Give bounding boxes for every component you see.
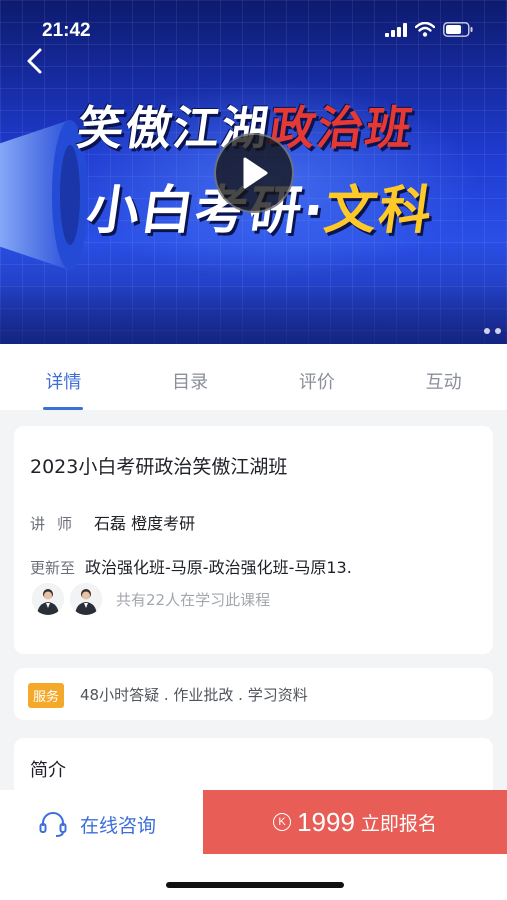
banner-subtitle-highlight: 文科 — [320, 181, 438, 241]
course-info-card: 2023小白考研政治笑傲江湖班 讲师 石磊 橙度考研 更新至 政治强化班-马原-… — [14, 426, 493, 654]
learners-count-text: 共有22人在学习此课程 — [116, 590, 271, 609]
banner-title-highlight: 政治班 — [265, 101, 418, 155]
play-icon — [243, 157, 268, 189]
battery-icon — [443, 22, 473, 37]
update-value: 政治强化班-马原-政治强化班-马原13. — [85, 558, 352, 577]
teacher-row: 讲师 石磊 橙度考研 — [30, 510, 195, 534]
enroll-label: 立即报名 — [360, 812, 437, 835]
carousel-indicator — [484, 328, 501, 334]
service-text: 48小时答疑 . 作业批改 . 学习资料 — [80, 686, 308, 704]
video-play-button[interactable] — [214, 133, 294, 213]
status-bar: 21:42 — [0, 0, 507, 48]
tab-reviews[interactable]: 评价 — [254, 344, 381, 410]
signal-icon — [385, 22, 407, 37]
coin-icon: K — [273, 813, 292, 831]
avatar — [30, 581, 66, 617]
update-row: 更新至 政治强化班-马原-政治强化班-马原13. — [30, 554, 352, 578]
wifi-icon — [415, 22, 435, 37]
consult-label: 在线咨询 — [80, 814, 157, 837]
enroll-button[interactable]: K 1999 立即报名 — [203, 790, 507, 854]
price-value: 1999 — [297, 806, 355, 837]
avatar — [68, 581, 104, 617]
course-title: 2023小白考研政治笑傲江湖班 — [30, 456, 288, 478]
carousel-dot — [484, 328, 490, 334]
banner-bottom-fade — [0, 284, 507, 344]
teacher-value: 石磊 橙度考研 — [94, 514, 196, 533]
tab-interaction[interactable]: 互动 — [380, 344, 507, 410]
update-label: 更新至 — [30, 559, 76, 577]
learners-row: 共有22人在学习此课程 — [30, 581, 270, 617]
home-indicator — [166, 882, 344, 888]
service-card: 服务 48小时答疑 . 作业批改 . 学习资料 — [14, 668, 493, 720]
online-consult-button[interactable]: 在线咨询 — [38, 810, 156, 838]
status-time: 21:42 — [42, 20, 91, 41]
carousel-dot — [495, 328, 501, 334]
tab-catalog[interactable]: 目录 — [127, 344, 254, 410]
banner-subtitle-white: 小白考研· — [83, 181, 330, 241]
tab-details[interactable]: 详情 — [0, 344, 127, 410]
status-icons — [385, 22, 473, 37]
avatar-person-icon — [32, 583, 64, 615]
teacher-label: 讲师 — [30, 515, 85, 533]
back-arrow-icon[interactable] — [22, 46, 50, 76]
headset-icon — [39, 812, 67, 837]
avatar-person-icon — [70, 583, 102, 615]
service-badge: 服务 — [28, 683, 65, 708]
detail-tabs: 详情 目录 评价 互动 — [0, 344, 507, 410]
intro-title: 简介 — [30, 760, 66, 781]
course-banner[interactable]: 笑傲江湖政治班 小白考研·文科 — [0, 0, 507, 344]
